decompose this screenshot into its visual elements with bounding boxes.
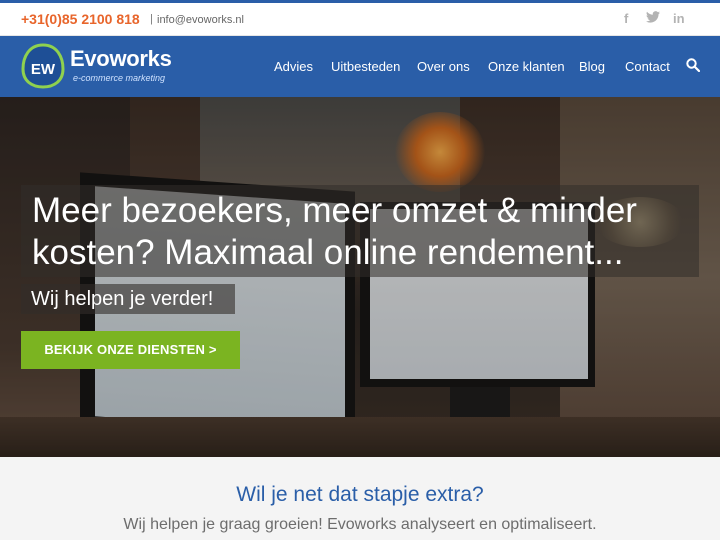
twitter-bird-glyph (646, 11, 660, 23)
topbar-separator: | (150, 13, 153, 25)
hero-overlay (0, 97, 720, 457)
nav-item-over-ons[interactable]: Over ons (417, 59, 470, 74)
evoworks-logo-icon[interactable]: EW (21, 43, 65, 89)
nav-item-onze-klanten[interactable]: Onze klanten (488, 59, 565, 74)
section-title: Wil je net dat stapje extra? (236, 483, 484, 506)
brand-tagline: e-commerce marketing (73, 73, 166, 83)
nav-item-uitbesteden[interactable]: Uitbesteden (331, 59, 400, 74)
email-link[interactable]: info@evoworks.nl (157, 14, 244, 26)
hero-subline: Wij helpen je verder! (31, 288, 214, 310)
view-services-button[interactable]: BEKIJK ONZE DIENSTEN > (21, 331, 240, 369)
nav-item-advies[interactable]: Advies (274, 59, 313, 74)
phone-link[interactable]: +31(0)85 2100 818 (21, 11, 140, 27)
linkedin-icon[interactable]: in (673, 11, 685, 26)
brand-name[interactable]: Evoworks (70, 46, 172, 72)
hero-banner: Meer bezoekers, meer omzet & minder kost… (0, 97, 720, 457)
twitter-icon[interactable] (646, 11, 660, 26)
section-text: Wij helpen je graag groeien! Evoworks an… (123, 516, 597, 533)
nav-item-contact[interactable]: Contact (625, 59, 670, 74)
main-header: EW Evoworks e-commerce marketing Advies … (0, 36, 720, 97)
search-icon[interactable] (686, 58, 700, 72)
hero-headline: Meer bezoekers, meer omzet & minder kost… (32, 191, 637, 272)
nav-item-blog[interactable]: Blog (579, 59, 605, 74)
logo-monogram: EW (31, 61, 56, 78)
top-bar: +31(0)85 2100 818 | info@evoworks.nl f i… (0, 0, 720, 36)
facebook-icon[interactable]: f (624, 11, 628, 26)
